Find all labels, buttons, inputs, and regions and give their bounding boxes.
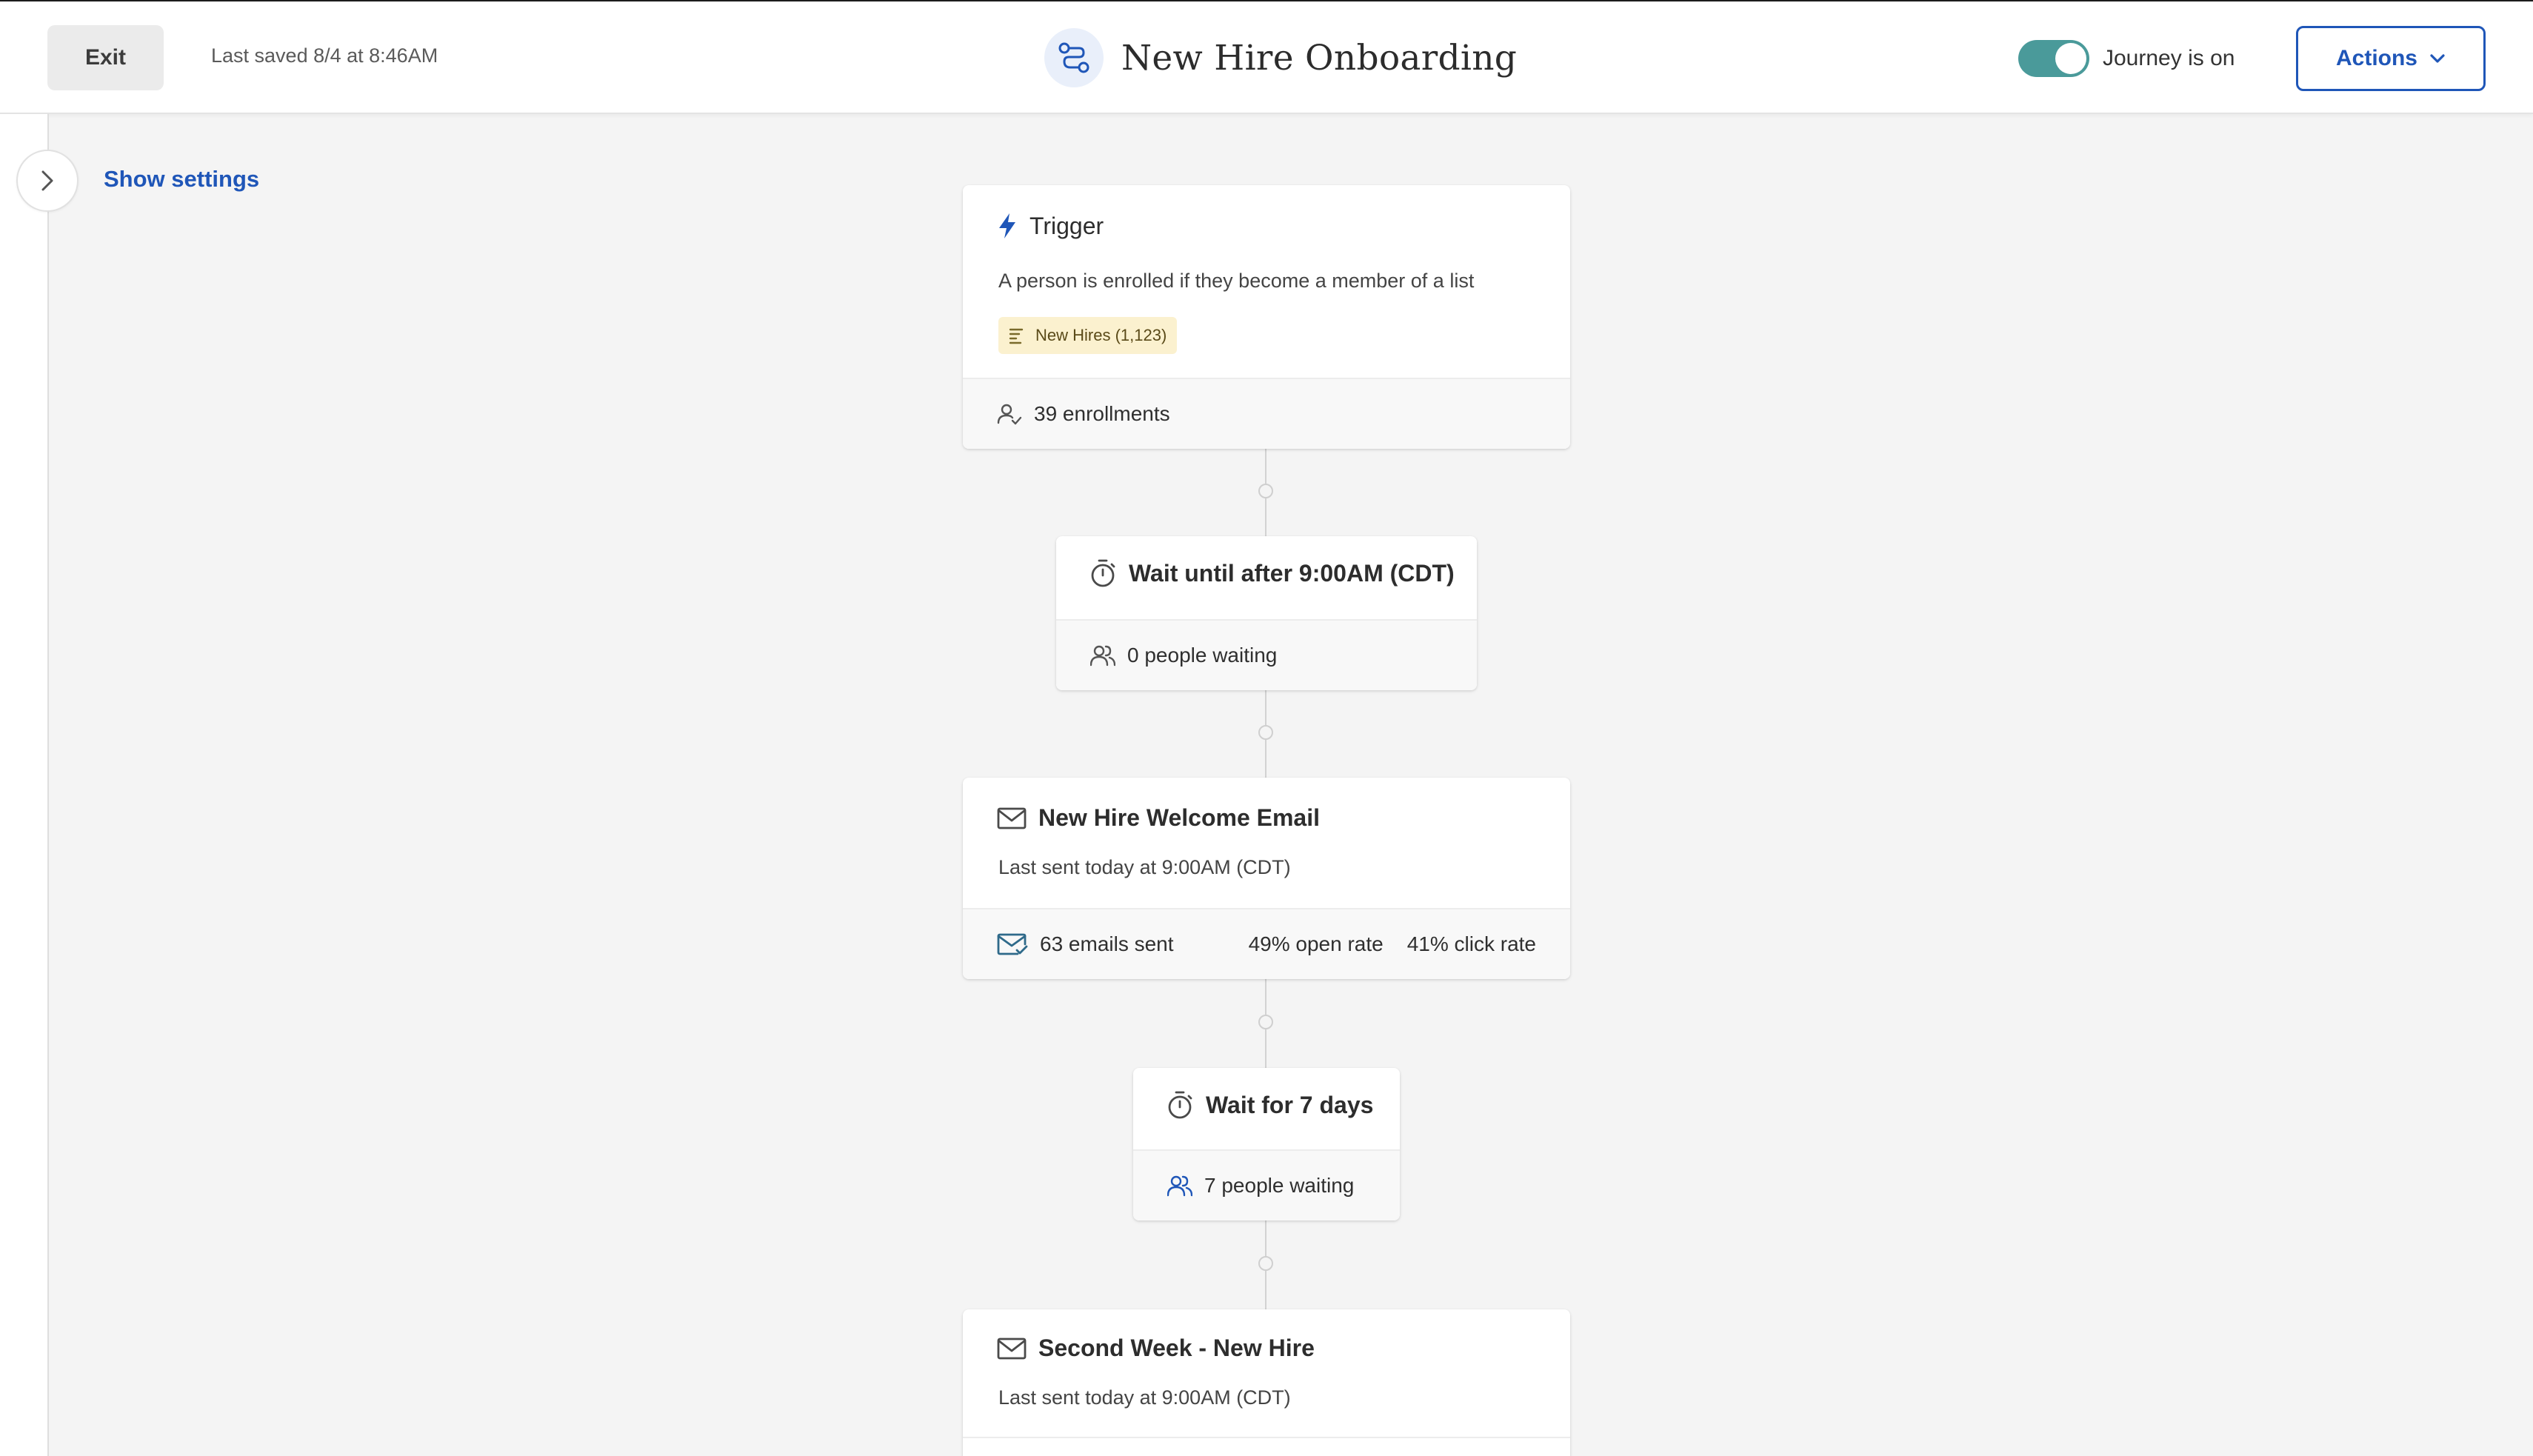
people-icon [1090,645,1115,667]
wait-step-status: 0 people waiting [1127,644,1278,667]
wait-step-title: Wait until after 9:00AM (CDT) [1129,559,1455,587]
journey-path-icon [1044,28,1104,87]
journey-editor-window: Exit Last saved 8/4 at 8:46AM New Hire O… [0,1,2533,1456]
emails-sent-count: 63 emails sent [1040,932,1174,955]
show-settings-link[interactable]: Show settings [104,166,259,193]
email-step-card[interactable]: Second Week - New Hire Last sent today a… [963,1309,1570,1456]
click-rate: 41% click rate [1406,932,1536,955]
email-step-title: Second Week - New Hire [1038,1335,1315,1361]
enrollments-count: 39 enrollments [1034,402,1170,425]
journey-toggle-label: Journey is on [2103,46,2235,70]
email-stats: 49% open rate 41% click rate [1249,932,1536,956]
email-step-footer: 63 emails sent 49% open rate 41% click r… [963,908,1570,979]
wait-step-footer: 7 people waiting [1133,1149,1400,1220]
list-tag-label: New Hires (1,123) [1035,326,1167,344]
email-step-title: New Hire Welcome Email [1038,804,1320,831]
stopwatch-icon [1168,1091,1192,1119]
people-icon [1167,1175,1192,1197]
top-header: Exit Last saved 8/4 at 8:46AM New Hire O… [0,1,2533,114]
connector-node [1258,1015,1273,1029]
person-check-icon [997,404,1022,425]
envelope-icon [997,807,1027,829]
chevron-right-icon [41,170,53,191]
card-divider [963,1437,1570,1438]
envelope-check-icon [997,933,1028,955]
chevron-down-icon [2430,54,2445,63]
expand-settings-button[interactable] [16,150,79,212]
stopwatch-icon [1091,559,1115,587]
actions-label: Actions [2335,46,2417,70]
lightning-icon [999,213,1015,238]
page-title: New Hire Onboarding [1121,37,1518,79]
list-icon [1009,328,1024,344]
trigger-description: A person is enrolled if they become a me… [998,270,1475,292]
trigger-title: Trigger [1029,212,1104,239]
wait-step-status: 7 people waiting [1204,1174,1355,1197]
open-rate: 49% open rate [1248,932,1384,955]
email-last-sent: Last sent today at 9:00AM (CDT) [998,856,1291,878]
list-tag[interactable]: New Hires (1,123) [998,317,1178,354]
wait-step-card[interactable]: Wait for 7 days 7 people waiting [1133,1068,1400,1220]
trigger-card[interactable]: Trigger A person is enrolled if they bec… [963,185,1570,449]
wait-step-footer: 0 people waiting [1056,619,1477,690]
journey-status-toggle-group: Journey is on [2018,40,2235,77]
wait-step-card[interactable]: Wait until after 9:00AM (CDT) 0 people w… [1056,536,1477,690]
trigger-footer: 39 enrollments [963,378,1570,449]
connector-node [1258,725,1273,740]
email-step-card[interactable]: New Hire Welcome Email Last sent today a… [963,778,1570,979]
wait-step-title: Wait for 7 days [1206,1091,1374,1118]
journey-toggle[interactable] [2018,40,2089,77]
last-saved-text: Last saved 8/4 at 8:46AM [211,44,438,67]
title-group: New Hire Onboarding [1044,28,1517,87]
email-last-sent: Last sent today at 9:00AM (CDT) [998,1386,1291,1409]
toggle-knob [2055,43,2086,74]
envelope-icon [997,1338,1027,1359]
connector-node [1258,484,1273,498]
settings-rail [0,114,49,1456]
exit-button[interactable]: Exit [47,25,164,90]
actions-button[interactable]: Actions [2296,26,2486,91]
connector-node [1258,1256,1273,1271]
